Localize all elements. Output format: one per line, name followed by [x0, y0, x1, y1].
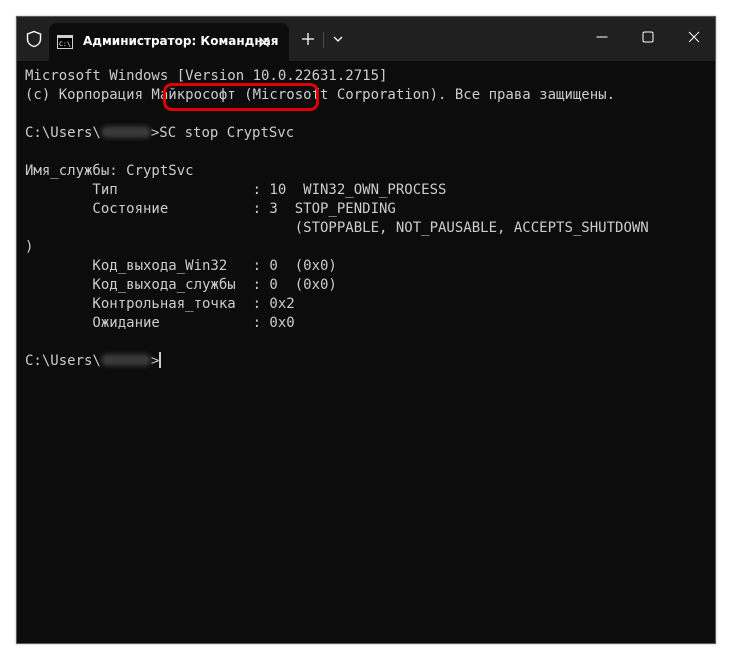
title-bar: C:\ Администратор: Командная	[17, 17, 715, 61]
type-line: Тип : 10 WIN32_OWN_PROCESS	[25, 182, 447, 198]
plus-icon[interactable]	[299, 30, 317, 48]
svg-text:C:\: C:\	[59, 40, 71, 48]
shield-icon	[26, 30, 42, 48]
close-window-button[interactable]	[671, 17, 715, 57]
tab-divider	[323, 32, 324, 48]
prompt-path: C:\Users\	[25, 125, 101, 141]
copyright-line: (c) Корпорация Майкрософт (Microsoft Cor…	[25, 87, 616, 103]
console-output[interactable]: Microsoft Windows [Version 10.0.22631.27…	[25, 67, 715, 643]
blurred-username	[100, 125, 151, 138]
win32-exit-code-line: Код_выхода_Win32 : 0 (0x0)	[25, 258, 337, 274]
prompt-line: C:\Users\ >	[25, 352, 162, 371]
service-exit-code-line: Код_выхода_службы : 0 (0x0)	[25, 277, 337, 293]
flags-close-line: )	[25, 239, 34, 255]
command-highlight-frame	[163, 83, 319, 111]
terminal-window: C:\ Администратор: Командная Microsoft W…	[16, 16, 716, 644]
minimize-button[interactable]	[579, 17, 625, 57]
command-text: SC stop CryptSvc	[159, 125, 295, 141]
terminal-icon: C:\	[57, 35, 73, 49]
flags-line: (STOPPABLE, NOT_PAUSABLE, ACCEPTS_SHUTDO…	[25, 220, 649, 236]
tab-title: Администратор: Командная	[83, 34, 279, 48]
text-cursor	[159, 352, 162, 368]
wait-hint-line: Ожидание : 0x0	[25, 315, 295, 331]
minimize-icon	[596, 36, 608, 38]
checkpoint-line: Контрольная_точка : 0x2	[25, 296, 295, 312]
maximize-button[interactable]	[625, 17, 671, 57]
prompt-path: C:\Users\	[25, 353, 101, 369]
close-icon[interactable]	[255, 33, 273, 51]
close-icon	[688, 31, 700, 43]
blurred-username	[100, 353, 151, 366]
maximize-icon	[642, 31, 654, 43]
prompt-symbol: >	[150, 353, 160, 369]
prompt-line: C:\Users\ >SC stop CryptSvc	[25, 124, 294, 143]
chevron-down-icon[interactable]	[331, 32, 345, 46]
state-line: Состояние : 3 STOP_PENDING	[25, 201, 396, 217]
service-name-line: Имя_службы: CryptSvc	[25, 163, 194, 179]
tab-admin-command-prompt[interactable]: C:\ Администратор: Командная	[49, 23, 289, 61]
